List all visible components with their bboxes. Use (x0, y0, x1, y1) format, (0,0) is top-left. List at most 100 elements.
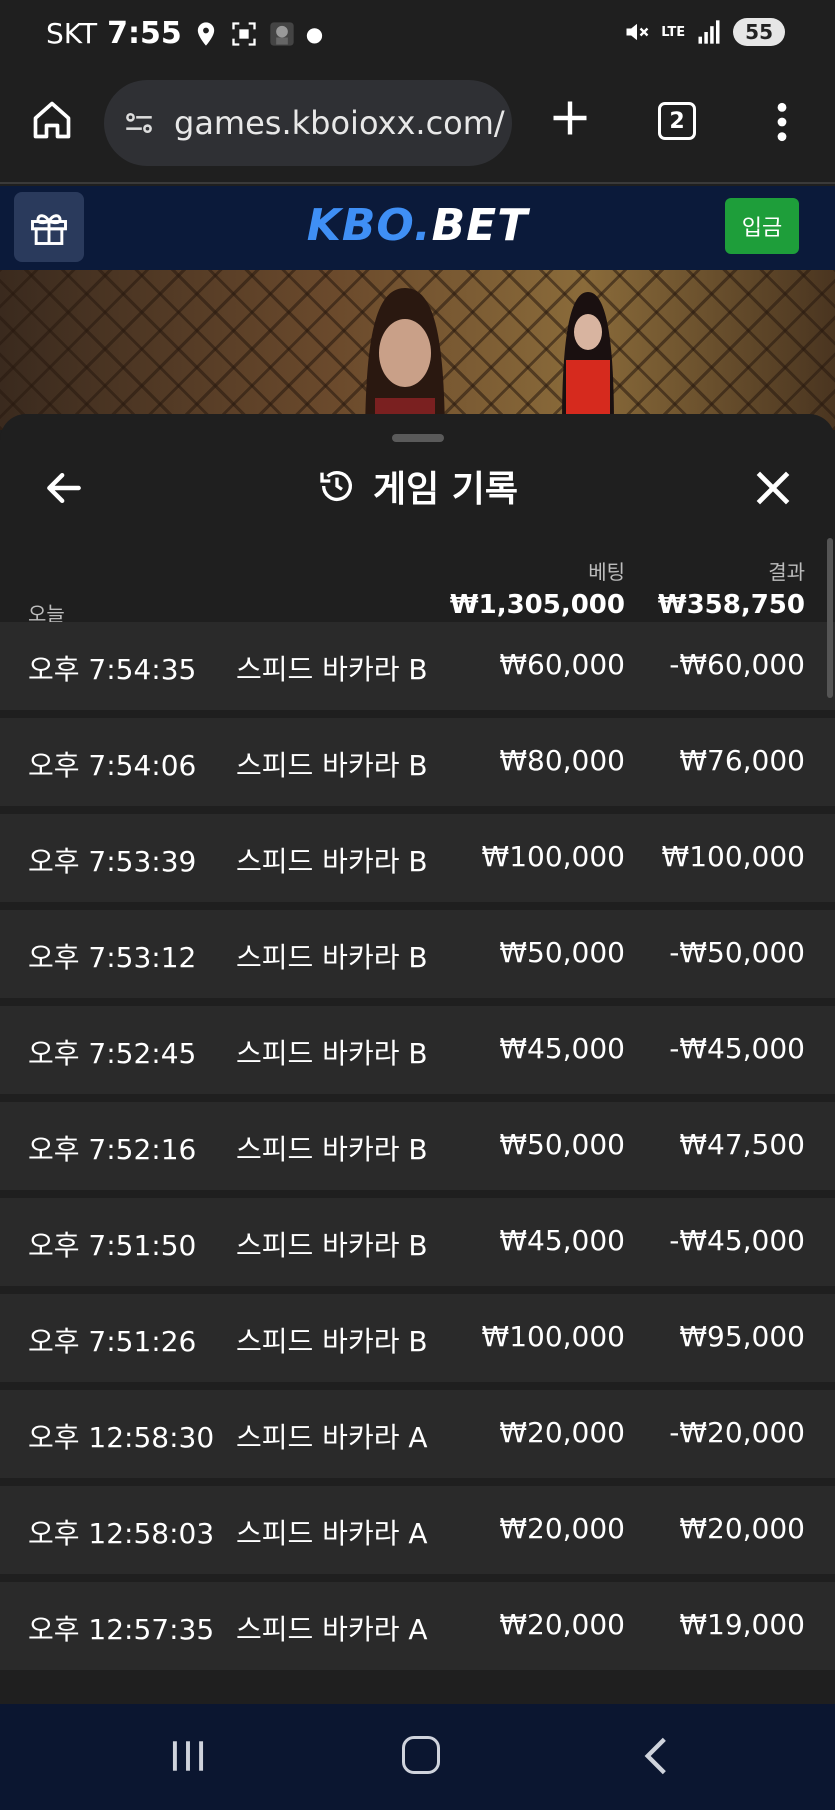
panel-title: 게임 기록 (0, 460, 835, 512)
row-bet-amount: ₩20,000 (499, 1608, 625, 1641)
total-result: ₩358,750 (657, 590, 805, 620)
row-result-amount: -₩20,000 (669, 1416, 805, 1449)
address-bar[interactable]: games.kboioxx.com/ (104, 80, 512, 166)
status-bar: SKT 7:55 ● LTE 55 (0, 0, 835, 72)
row-game-name: 스피드 바카라 B (236, 941, 428, 974)
tune-icon[interactable] (122, 106, 156, 140)
row-result-amount: ₩19,000 (679, 1608, 805, 1641)
more-vert-icon[interactable] (770, 100, 794, 144)
notification-dot-icon: ● (305, 21, 324, 46)
row-bet-amount: ₩100,000 (481, 1320, 625, 1353)
app-notification-icon (270, 21, 294, 46)
history-row[interactable]: 오후 7:54:35 스피드 바카라 B ₩60,000 -₩60,000 (0, 622, 835, 710)
row-time: 오후 7:52:45 (28, 1037, 197, 1070)
history-row[interactable]: 오후 7:51:26 스피드 바카라 B ₩100,000 ₩95,000 (0, 1294, 835, 1382)
row-result-amount: -₩60,000 (669, 648, 805, 681)
dealer-image (365, 288, 445, 430)
row-time: 오후 7:51:26 (28, 1325, 197, 1358)
history-row[interactable]: 오후 12:58:30 스피드 바카라 A ₩20,000 -₩20,000 (0, 1390, 835, 1478)
history-summary: 오늘 베팅 결과 ₩1,305,000 ₩358,750 (0, 534, 835, 634)
row-bet-amount: ₩50,000 (499, 1128, 625, 1161)
row-game-name: 스피드 바카라 A (236, 1517, 428, 1550)
screenshot-icon (232, 21, 256, 46)
battery-level: 55 (733, 18, 785, 46)
live-video-stream[interactable] (0, 270, 835, 430)
carrier-label: SKT (46, 17, 98, 50)
browser-toolbar: games.kboioxx.com/ 2 (0, 72, 835, 184)
site-header: KBO.BET 입금 (0, 186, 835, 270)
history-row[interactable]: 오후 7:52:16 스피드 바카라 B ₩50,000 ₩47,500 (0, 1102, 835, 1190)
row-result-amount: ₩76,000 (679, 744, 805, 777)
total-bet: ₩1,305,000 (449, 590, 625, 620)
site-logo[interactable]: KBO.BET (0, 200, 835, 251)
history-row[interactable]: 오후 7:51:50 스피드 바카라 B ₩45,000 -₩45,000 (0, 1198, 835, 1286)
row-game-name: 스피드 바카라 A (236, 1421, 428, 1454)
row-time: 오후 7:52:16 (28, 1133, 197, 1166)
row-bet-amount: ₩20,000 (499, 1512, 625, 1545)
system-nav-bar (0, 1704, 835, 1810)
result-column-header: 결과 (768, 560, 805, 584)
mute-icon (626, 23, 649, 41)
panel-title-text: 게임 기록 (372, 469, 518, 510)
status-right: LTE 55 (623, 18, 785, 46)
dealer-image-2 (562, 292, 614, 426)
row-result-amount: -₩45,000 (669, 1032, 805, 1065)
home-icon[interactable] (30, 98, 74, 142)
row-bet-amount: ₩50,000 (499, 936, 625, 969)
row-time: 오후 7:51:50 (28, 1229, 197, 1262)
status-left: SKT 7:55 ● (46, 16, 323, 51)
row-result-amount: ₩95,000 (679, 1320, 805, 1353)
row-game-name: 스피드 바카라 B (236, 1037, 428, 1070)
history-row[interactable]: 오후 7:52:45 스피드 바카라 B ₩45,000 -₩45,000 (0, 1006, 835, 1094)
row-game-name: 스피드 바카라 B (236, 749, 428, 782)
row-bet-amount: ₩20,000 (499, 1416, 625, 1449)
row-result-amount: ₩20,000 (679, 1512, 805, 1545)
row-bet-amount: ₩45,000 (499, 1032, 625, 1065)
row-time: 오후 12:58:30 (28, 1421, 215, 1454)
bet-column-header: 베팅 (588, 560, 625, 584)
history-icon (320, 471, 352, 502)
row-game-name: 스피드 바카라 A (236, 1613, 428, 1646)
history-list: 오후 7:54:35 스피드 바카라 B ₩60,000 -₩60,000 오후 7:5… (0, 622, 835, 1678)
history-row[interactable]: 오후 12:57:35 스피드 바카라 A ₩20,000 ₩19,000 (0, 1582, 835, 1670)
tab-switcher-button[interactable]: 2 (658, 102, 696, 140)
row-result-amount: ₩47,500 (679, 1128, 805, 1161)
location-icon (197, 21, 214, 46)
row-time: 오후 12:58:03 (28, 1517, 215, 1550)
row-game-name: 스피드 바카라 B (236, 653, 428, 686)
history-row[interactable]: 오후 7:53:39 스피드 바카라 B ₩100,000 ₩100,000 (0, 814, 835, 902)
logo-kbo: KBO (306, 200, 414, 251)
network-type: LTE (661, 24, 686, 40)
row-time: 오후 7:54:06 (28, 749, 197, 782)
nav-back-icon[interactable] (642, 1736, 670, 1776)
row-bet-amount: ₩100,000 (481, 840, 625, 873)
history-row[interactable]: 오후 12:58:03 스피드 바카라 A ₩20,000 ₩20,000 (0, 1486, 835, 1574)
row-game-name: 스피드 바카라 B (236, 1133, 428, 1166)
drag-handle[interactable] (392, 434, 444, 442)
row-game-name: 스피드 바카라 B (236, 1325, 428, 1358)
row-game-name: 스피드 바카라 B (236, 845, 428, 878)
row-time: 오후 7:54:35 (28, 653, 197, 686)
row-time: 오후 7:53:12 (28, 941, 197, 974)
row-time: 오후 12:57:35 (28, 1613, 215, 1646)
history-row[interactable]: 오후 7:54:06 스피드 바카라 B ₩80,000 ₩76,000 (0, 718, 835, 806)
history-row[interactable]: 오후 7:53:12 스피드 바카라 B ₩50,000 -₩50,000 (0, 910, 835, 998)
scrollbar[interactable] (827, 538, 833, 698)
row-result-amount: -₩50,000 (669, 936, 805, 969)
clock: 7:55 (107, 16, 182, 51)
row-result-amount: -₩45,000 (669, 1224, 805, 1257)
row-bet-amount: ₩80,000 (499, 744, 625, 777)
close-icon[interactable] (751, 466, 795, 510)
deposit-button[interactable]: 입금 (725, 198, 799, 254)
logo-dot: . (413, 200, 432, 251)
plus-icon[interactable] (548, 96, 592, 140)
nav-home-icon[interactable] (402, 1736, 440, 1774)
game-history-panel: 게임 기록 오늘 베팅 결과 ₩1,305,000 ₩358,750 오후 7:… (0, 414, 835, 1704)
row-result-amount: ₩100,000 (661, 840, 805, 873)
recent-apps-icon[interactable] (168, 1738, 208, 1774)
signal-icon (698, 20, 720, 44)
logo-bet: BET (431, 200, 529, 251)
row-game-name: 스피드 바카라 B (236, 1229, 428, 1262)
row-bet-amount: ₩60,000 (499, 648, 625, 681)
url-text[interactable]: games.kboioxx.com/ (174, 104, 505, 142)
